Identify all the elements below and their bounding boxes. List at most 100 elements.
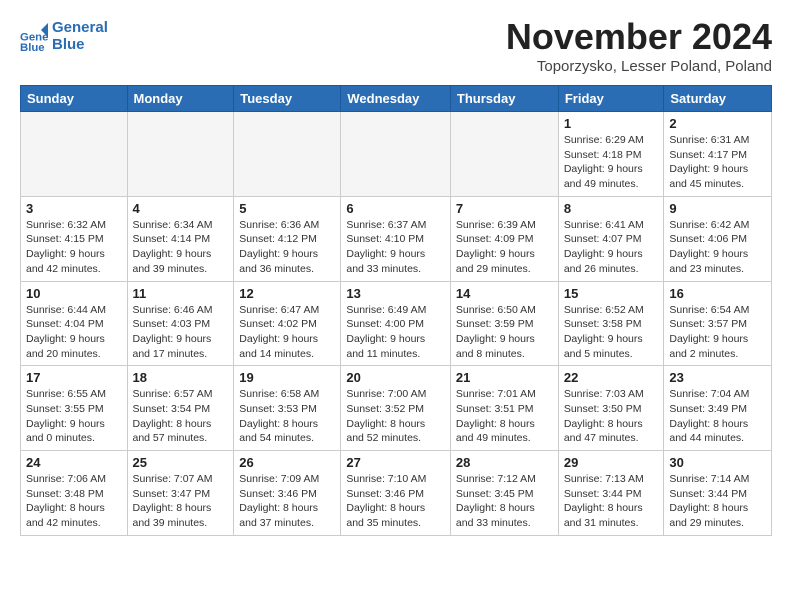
calendar-cell: 10 Sunrise: 6:44 AM Sunset: 4:04 PM Dayli… [21, 281, 128, 366]
day-info: Sunrise: 7:14 AM Sunset: 3:44 PM Dayligh… [669, 472, 766, 531]
header-area: General Blue General Blue November 2024 … [20, 16, 772, 75]
day-number: 30 [669, 455, 766, 470]
calendar-cell [21, 112, 128, 197]
day-number: 2 [669, 116, 766, 131]
calendar-cell: 7Sunrise: 6:39 AM Sunset: 4:09 PM Daylig… [450, 196, 558, 281]
day-info: Sunrise: 7:07 AM Sunset: 3:47 PM Dayligh… [133, 472, 229, 531]
calendar-cell: 25Sunrise: 7:07 AM Sunset: 3:47 PM Dayli… [127, 451, 234, 536]
day-number: 22 [564, 370, 659, 385]
calendar-cell: 18 Sunrise: 6:57 AM Sunset: 3:54 PM Dayli… [127, 366, 234, 451]
month-year-title: November 2024 [506, 16, 772, 58]
calendar-week-row: 1Sunrise: 6:29 AM Sunset: 4:18 PM Daylig… [21, 112, 772, 197]
day-number: 1 [564, 116, 659, 131]
calendar-cell: 16Sunrise: 6:54 AM Sunset: 3:57 PM Dayli… [664, 281, 772, 366]
day-info: Sunrise: 7:01 AM Sunset: 3:51 PM Dayligh… [456, 387, 553, 446]
calendar-cell: 1Sunrise: 6:29 AM Sunset: 4:18 PM Daylig… [558, 112, 664, 197]
calendar-cell: 2Sunrise: 6:31 AM Sunset: 4:17 PM Daylig… [664, 112, 772, 197]
weekday-header-friday: Friday [558, 86, 664, 112]
day-info: Sunrise: 6:44 AM Sunset: 4:04 PM Dayligh… [26, 303, 122, 362]
day-info: Sunrise: 6:58 AM Sunset: 3:53 PM Dayligh… [239, 387, 335, 446]
calendar-cell: 12Sunrise: 6:47 AM Sunset: 4:02 PM Dayli… [234, 281, 341, 366]
calendar-cell: 27 Sunrise: 7:10 AM Sunset: 3:46 PM Dayli… [341, 451, 451, 536]
day-number: 23 [669, 370, 766, 385]
day-number: 27 [346, 455, 445, 470]
calendar-cell: 28 Sunrise: 7:12 AM Sunset: 3:45 PM Dayli… [450, 451, 558, 536]
calendar-cell: 8 Sunrise: 6:41 AM Sunset: 4:07 PM Daylig… [558, 196, 664, 281]
weekday-header-sunday: Sunday [21, 86, 128, 112]
day-info: Sunrise: 6:41 AM Sunset: 4:07 PM Dayligh… [564, 218, 659, 277]
calendar-week-row: 17 Sunrise: 6:55 AM Sunset: 3:55 PM Dayli… [21, 366, 772, 451]
logo: General Blue General Blue [20, 20, 108, 53]
day-number: 28 [456, 455, 553, 470]
calendar-cell: 11 Sunrise: 6:46 AM Sunset: 4:03 PM Dayli… [127, 281, 234, 366]
page: General Blue General Blue November 2024 … [0, 0, 792, 552]
day-info: Sunrise: 6:50 AM Sunset: 3:59 PM Dayligh… [456, 303, 553, 362]
calendar-week-row: 10 Sunrise: 6:44 AM Sunset: 4:04 PM Dayli… [21, 281, 772, 366]
calendar-table: SundayMondayTuesdayWednesdayThursdayFrid… [20, 85, 772, 536]
day-number: 14 [456, 286, 553, 301]
day-info: Sunrise: 6:37 AM Sunset: 4:10 PM Dayligh… [346, 218, 445, 277]
day-number: 10 [26, 286, 122, 301]
day-info: Sunrise: 7:06 AM Sunset: 3:48 PM Dayligh… [26, 472, 122, 531]
calendar-cell: 26 Sunrise: 7:09 AM Sunset: 3:46 PM Dayli… [234, 451, 341, 536]
calendar-cell: 17 Sunrise: 6:55 AM Sunset: 3:55 PM Dayli… [21, 366, 128, 451]
calendar-cell: 22Sunrise: 7:03 AM Sunset: 3:50 PM Dayli… [558, 366, 664, 451]
day-number: 4 [133, 201, 229, 216]
day-info: Sunrise: 6:46 AM Sunset: 4:03 PM Dayligh… [133, 303, 229, 362]
calendar-cell: 21 Sunrise: 7:01 AM Sunset: 3:51 PM Dayli… [450, 366, 558, 451]
day-number: 17 [26, 370, 122, 385]
day-info: Sunrise: 7:00 AM Sunset: 3:52 PM Dayligh… [346, 387, 445, 446]
calendar-cell [341, 112, 451, 197]
weekday-header-saturday: Saturday [664, 86, 772, 112]
calendar-cell: 9 Sunrise: 6:42 AM Sunset: 4:06 PM Daylig… [664, 196, 772, 281]
day-number: 26 [239, 455, 335, 470]
logo-blue: Blue [52, 37, 108, 54]
day-info: Sunrise: 7:13 AM Sunset: 3:44 PM Dayligh… [564, 472, 659, 531]
day-number: 5 [239, 201, 335, 216]
calendar-cell: 19Sunrise: 6:58 AM Sunset: 3:53 PM Dayli… [234, 366, 341, 451]
day-number: 9 [669, 201, 766, 216]
location-subtitle: Toporzysko, Lesser Poland, Poland [506, 58, 772, 75]
day-info: Sunrise: 6:55 AM Sunset: 3:55 PM Dayligh… [26, 387, 122, 446]
day-number: 13 [346, 286, 445, 301]
day-info: Sunrise: 6:57 AM Sunset: 3:54 PM Dayligh… [133, 387, 229, 446]
day-info: Sunrise: 6:49 AM Sunset: 4:00 PM Dayligh… [346, 303, 445, 362]
day-number: 18 [133, 370, 229, 385]
day-number: 6 [346, 201, 445, 216]
day-info: Sunrise: 6:52 AM Sunset: 3:58 PM Dayligh… [564, 303, 659, 362]
day-info: Sunrise: 6:34 AM Sunset: 4:14 PM Dayligh… [133, 218, 229, 277]
calendar-cell: 15 Sunrise: 6:52 AM Sunset: 3:58 PM Dayli… [558, 281, 664, 366]
calendar-cell: 4 Sunrise: 6:34 AM Sunset: 4:14 PM Daylig… [127, 196, 234, 281]
calendar-cell: 14 Sunrise: 6:50 AM Sunset: 3:59 PM Dayli… [450, 281, 558, 366]
day-info: Sunrise: 7:10 AM Sunset: 3:46 PM Dayligh… [346, 472, 445, 531]
day-number: 7 [456, 201, 553, 216]
weekday-header-wednesday: Wednesday [341, 86, 451, 112]
weekday-header-tuesday: Tuesday [234, 86, 341, 112]
day-info: Sunrise: 6:54 AM Sunset: 3:57 PM Dayligh… [669, 303, 766, 362]
calendar-cell [234, 112, 341, 197]
calendar-cell: 29Sunrise: 7:13 AM Sunset: 3:44 PM Dayli… [558, 451, 664, 536]
day-info: Sunrise: 6:32 AM Sunset: 4:15 PM Dayligh… [26, 218, 122, 277]
calendar-cell [450, 112, 558, 197]
weekday-header-thursday: Thursday [450, 86, 558, 112]
day-number: 11 [133, 286, 229, 301]
day-number: 24 [26, 455, 122, 470]
logo-general: General [52, 20, 108, 37]
day-number: 20 [346, 370, 445, 385]
day-info: Sunrise: 7:09 AM Sunset: 3:46 PM Dayligh… [239, 472, 335, 531]
calendar-cell: 24 Sunrise: 7:06 AM Sunset: 3:48 PM Dayli… [21, 451, 128, 536]
calendar-cell: 5Sunrise: 6:36 AM Sunset: 4:12 PM Daylig… [234, 196, 341, 281]
day-number: 8 [564, 201, 659, 216]
day-info: Sunrise: 7:12 AM Sunset: 3:45 PM Dayligh… [456, 472, 553, 531]
calendar-week-row: 24 Sunrise: 7:06 AM Sunset: 3:48 PM Dayli… [21, 451, 772, 536]
day-info: Sunrise: 6:42 AM Sunset: 4:06 PM Dayligh… [669, 218, 766, 277]
calendar-cell [127, 112, 234, 197]
calendar-cell: 13 Sunrise: 6:49 AM Sunset: 4:00 PM Dayli… [341, 281, 451, 366]
day-number: 15 [564, 286, 659, 301]
day-number: 12 [239, 286, 335, 301]
calendar-cell: 30 Sunrise: 7:14 AM Sunset: 3:44 PM Dayli… [664, 451, 772, 536]
logo-icon: General Blue [20, 23, 48, 51]
calendar-cell: 3 Sunrise: 6:32 AM Sunset: 4:15 PM Daylig… [21, 196, 128, 281]
day-number: 3 [26, 201, 122, 216]
day-number: 21 [456, 370, 553, 385]
